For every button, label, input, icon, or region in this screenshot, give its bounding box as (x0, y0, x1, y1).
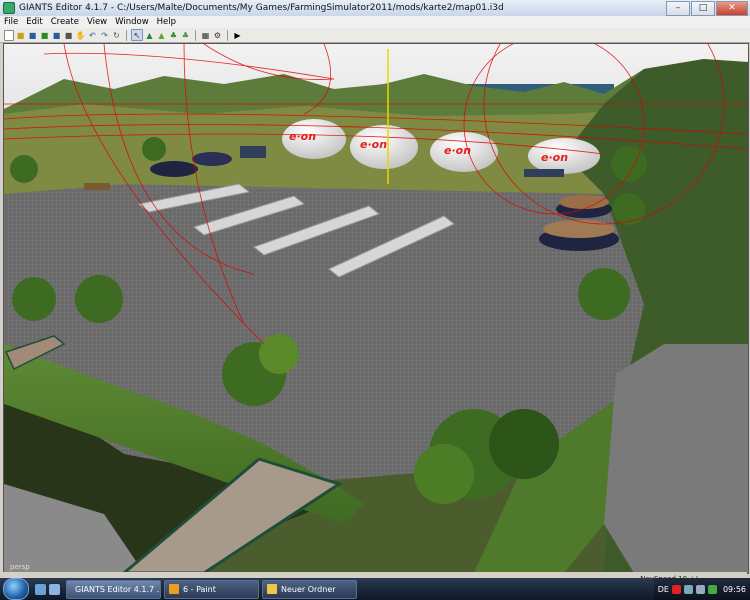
task-label: 6 - Paint (183, 584, 216, 594)
play-icon[interactable]: ▶ (232, 30, 243, 41)
close-button[interactable]: ✕ (716, 1, 748, 16)
task-label: Neuer Ordner (281, 584, 336, 594)
clock[interactable]: 09:56 (723, 585, 746, 594)
title-bar: GIANTS Editor 4.1.7 - C:/Users/Malte/Doc… (0, 0, 750, 17)
foliage-paint-icon[interactable]: ♣ (168, 30, 179, 41)
save-as-icon[interactable]: ■ (63, 30, 74, 41)
window-controls: – □ ✕ (666, 1, 748, 16)
dome-logo: e·on (289, 130, 316, 143)
folder-icon (267, 584, 277, 594)
3d-viewport[interactable]: e·on e·on e·on e·on persp (3, 43, 749, 574)
menu-bar: File Edit Create View Window Help (0, 16, 750, 28)
menu-create[interactable]: Create (47, 17, 83, 27)
show-desktop-icon[interactable] (35, 583, 46, 595)
switch-windows-icon[interactable] (49, 583, 60, 595)
battery-icon[interactable] (707, 584, 717, 594)
terrain-paint-icon[interactable]: ▲ (156, 30, 167, 41)
menu-file[interactable]: File (0, 17, 22, 27)
task-paint[interactable]: 6 - Paint (164, 579, 259, 599)
task-label: GIANTS Editor 4.1.7 ... (75, 584, 161, 594)
minimize-button[interactable]: – (666, 1, 690, 16)
antivirus-icon[interactable] (671, 584, 681, 594)
toolbar: ■ ■ ■ ■ ■ ✋ ↶ ↷ ↻ ↖ ▲ ▲ ♣ ♣ ▦ ⚙ ▶ (0, 28, 750, 43)
toolbar-separator (126, 29, 127, 41)
new-file-icon[interactable] (4, 29, 14, 41)
undo-icon[interactable]: ↶ (87, 30, 98, 41)
refresh-icon[interactable]: ↻ (111, 30, 122, 41)
network-icon[interactable] (683, 584, 693, 594)
redo-icon[interactable]: ↷ (99, 30, 110, 41)
scene-render: e·on e·on e·on e·on (4, 44, 748, 573)
windows-taskbar: GIANTS Editor 4.1.7 ... 6 - Paint Neuer … (0, 578, 750, 600)
export-icon[interactable]: ■ (51, 30, 62, 41)
terrain-sculpt-icon[interactable]: ▲ (144, 30, 155, 41)
import-icon[interactable]: ■ (39, 30, 50, 41)
toolbar-separator (227, 29, 228, 41)
dome-logo: e·on (360, 138, 387, 151)
quick-launch (35, 583, 60, 595)
camera-label: persp (10, 563, 30, 571)
menu-edit[interactable]: Edit (22, 17, 46, 27)
grass-paint-icon[interactable]: ♣ (180, 30, 191, 41)
toolbar-separator (195, 29, 196, 41)
task-folder[interactable]: Neuer Ordner (262, 579, 357, 599)
select-tool-icon[interactable]: ↖ (131, 29, 143, 41)
open-folder-icon[interactable]: ■ (15, 30, 26, 41)
window-title: GIANTS Editor 4.1.7 - C:/Users/Malte/Doc… (19, 3, 504, 13)
task-giants-editor[interactable]: GIANTS Editor 4.1.7 ... (66, 579, 161, 599)
menu-help[interactable]: Help (153, 17, 180, 27)
start-button[interactable] (3, 578, 29, 600)
volume-icon[interactable] (695, 584, 705, 594)
rotate-snap-icon[interactable]: ⚙ (212, 30, 223, 41)
dome-logo: e·on (541, 151, 568, 164)
menu-view[interactable]: View (83, 17, 111, 27)
system-tray: DE 09:56 (653, 578, 750, 600)
maximize-button[interactable]: □ (691, 1, 715, 16)
road-right (604, 344, 748, 573)
language-indicator[interactable]: DE (658, 585, 669, 594)
save-icon[interactable]: ■ (27, 30, 38, 41)
menu-window[interactable]: Window (111, 17, 153, 27)
hand-icon[interactable]: ✋ (75, 30, 86, 41)
paint-icon (169, 584, 179, 594)
giants-app-icon (3, 2, 15, 14)
snap-grid-icon[interactable]: ▦ (200, 30, 211, 41)
